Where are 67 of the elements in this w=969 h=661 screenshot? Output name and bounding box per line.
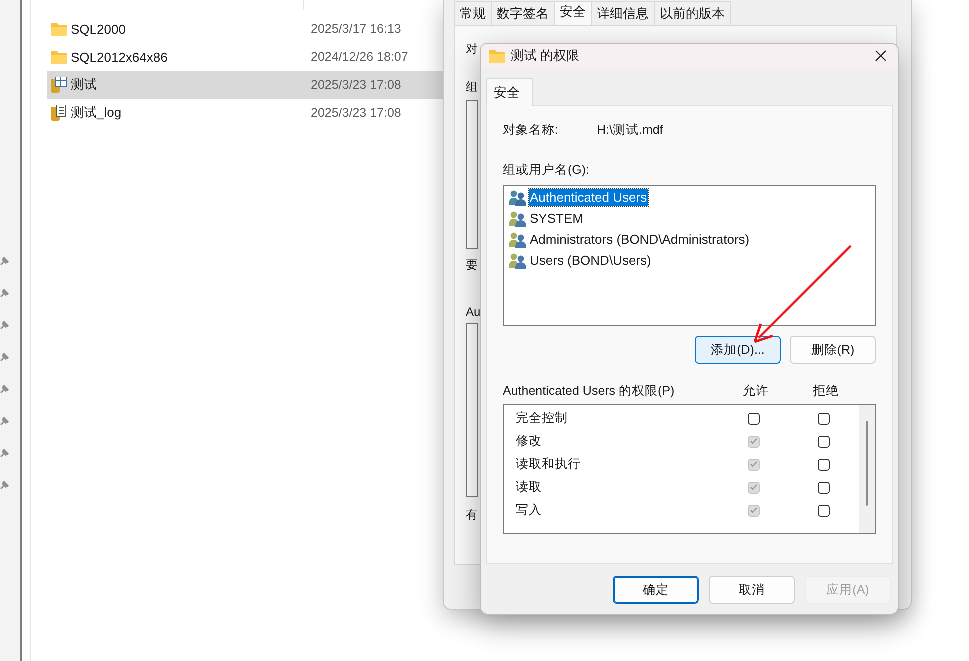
tab[interactable]: 常规 — [454, 1, 492, 25]
object-label: 对象名称: — [503, 122, 560, 139]
object-path: H:\测试.mdf — [597, 122, 664, 139]
pin-icon — [0, 481, 9, 490]
pin-icon — [0, 353, 9, 362]
users-icon — [509, 252, 527, 268]
users-listbox[interactable] — [466, 100, 478, 249]
checkbox[interactable] — [818, 504, 830, 516]
permissions-listbox[interactable] — [466, 323, 478, 497]
file-date: 2025/3/23 17:08 — [311, 106, 402, 120]
file-row[interactable]: 测试_log 2025/3/23 17:08 — [47, 99, 444, 127]
pin-icon — [0, 289, 9, 298]
file-row[interactable]: SQL2012x64x86 2024/12/26 18:07 — [47, 43, 444, 71]
pin-icon — [0, 257, 9, 266]
file-date: 2025/3/17 16:13 — [311, 22, 402, 36]
dialog-button[interactable]: 取消 — [709, 576, 795, 604]
pin-icon — [0, 321, 9, 330]
file-date: 2024/12/26 18:07 — [311, 50, 408, 64]
pin-icon — [0, 417, 9, 426]
tab[interactable]: 以前的版本 — [654, 1, 731, 25]
dialog-title: 测试 的权限 — [511, 47, 581, 65]
column-header: 允许 — [742, 382, 770, 400]
permission-name: 完全控制 — [515, 410, 569, 427]
user-list-item[interactable]: SYSTEM — [506, 208, 873, 229]
column-header: 拒绝 — [812, 382, 840, 400]
pin-icon — [0, 385, 9, 394]
user-list-item[interactable]: Users (BOND\Users) — [506, 250, 873, 271]
checkbox[interactable] — [818, 482, 830, 494]
folder-icon — [489, 49, 505, 63]
tab[interactable]: 安全 — [486, 78, 533, 106]
checkbox[interactable] — [818, 436, 830, 448]
file-name: SQL2000 — [71, 22, 127, 36]
file-name: SQL2012x64x86 — [71, 50, 169, 64]
tab[interactable]: 安全 — [554, 1, 592, 26]
file-row[interactable]: 测试 2025/3/23 17:08 — [47, 71, 444, 99]
log-file-icon — [51, 105, 67, 121]
users-icon — [509, 210, 527, 226]
permission-name: 写入 — [515, 502, 543, 519]
folder-icon — [51, 50, 67, 64]
folder-icon — [51, 22, 67, 36]
file-name: 测试_log — [71, 104, 123, 122]
database-file-icon — [51, 77, 67, 93]
checkbox[interactable] — [818, 458, 830, 470]
user-list-item[interactable]: Administrators (BOND\Administrators) — [506, 229, 873, 250]
users-icon — [509, 232, 527, 248]
permission-name: 修改 — [515, 433, 543, 450]
add-button[interactable]: 添加(D)... — [695, 336, 781, 364]
group-label: 组或用户名(G): — [503, 162, 591, 179]
permission-name: 读取 — [515, 479, 543, 496]
file-name: 测试 — [71, 76, 98, 94]
user-list-item[interactable]: Authenticated Users — [506, 187, 873, 208]
file-date: 2025/3/23 17:08 — [311, 78, 402, 92]
info-label: 有 — [466, 507, 478, 524]
permissions-label: Authenticated Users 的权限(P) — [503, 382, 676, 400]
group-label: 组 — [466, 79, 478, 96]
remove-button[interactable]: 删除(R) — [790, 336, 876, 364]
permissions-label: Au — [466, 305, 481, 319]
info-label: 要 — [466, 257, 478, 274]
checkbox[interactable] — [818, 412, 830, 424]
object-label: 对 — [466, 41, 478, 58]
dialog-button[interactable]: 确定 — [613, 576, 699, 604]
checkbox[interactable] — [748, 412, 760, 424]
users-icon — [509, 190, 527, 206]
pin-icon — [0, 449, 9, 458]
scrollbar[interactable] — [859, 405, 875, 533]
file-row[interactable]: SQL2000 2025/3/17 16:13 — [47, 15, 444, 43]
permission-name: 读取和执行 — [515, 456, 582, 473]
